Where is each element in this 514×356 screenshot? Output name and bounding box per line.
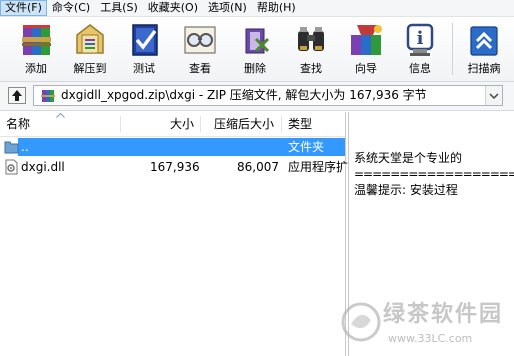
watermark-url: www.33LC.com xyxy=(388,332,473,345)
svg-text:i: i xyxy=(417,28,424,49)
test-button[interactable]: 测试 xyxy=(118,19,170,79)
address-path: dxgidll_xpgod.zip\dxgi - ZIP 压缩文件, 解包大小为… xyxy=(61,88,427,102)
wizard-button[interactable]: 向导 xyxy=(340,19,392,79)
virus-scan-label: 扫描病 xyxy=(467,62,501,75)
address-field[interactable]: dxgidll_xpgod.zip\dxgi - ZIP 压缩文件, 解包大小为… xyxy=(33,85,503,106)
dll-file-icon xyxy=(5,159,18,175)
menu-bar: 文件(F) 命令(C) 工具(S) 收藏夹(O) 选项(N) 帮助(H) xyxy=(0,0,514,17)
folder-up-icon xyxy=(4,141,19,154)
info-button[interactable]: i 信息 xyxy=(394,19,446,79)
watermark: 绿茶软件园 www.33LC.com xyxy=(333,294,514,356)
menu-options[interactable]: 选项(N) xyxy=(203,0,252,16)
archive-file-icon xyxy=(41,90,55,102)
column-packed-header[interactable]: 压缩后大小 xyxy=(214,112,274,136)
menu-favorites[interactable]: 收藏夹(O) xyxy=(143,0,203,16)
virus-scan-button[interactable]: 扫描病 xyxy=(458,19,510,79)
extract-to-button[interactable]: 解压到 xyxy=(64,19,116,79)
wizard-label: 向导 xyxy=(355,62,377,75)
table-row-dxgi-dll[interactable]: dxgi.dll 167,936 86,007 应用程序扩 xyxy=(0,158,349,176)
column-type-header[interactable]: 类型 xyxy=(288,112,312,136)
find-icon xyxy=(298,27,324,51)
column-size-header[interactable]: 大小 xyxy=(170,112,194,136)
menu-help[interactable]: 帮助(H) xyxy=(252,0,301,16)
file-list: 名称 大小 压缩后大小 类型 .. 文件夹 dxgi.dll 167,936 8… xyxy=(0,112,349,356)
info-label: 信息 xyxy=(409,62,431,75)
view-button[interactable]: 查看 xyxy=(174,19,226,79)
file-name: dxgi.dll xyxy=(21,160,65,174)
file-type: 应用程序扩 xyxy=(288,160,349,174)
column-divider[interactable] xyxy=(120,116,121,132)
file-name: .. xyxy=(21,140,29,154)
virus-scan-icon xyxy=(470,26,498,56)
comment-line: 系统天堂是个专业的 xyxy=(354,151,463,165)
find-label: 查找 xyxy=(300,62,322,75)
delete-label: 删除 xyxy=(244,62,266,75)
address-bar: dxgidll_xpgod.zip\dxgi - ZIP 压缩文件, 解包大小为… xyxy=(0,82,514,111)
info-icon: i xyxy=(406,23,434,56)
comment-line: ================== xyxy=(354,167,514,181)
delete-icon xyxy=(245,28,270,54)
toolbar-separator xyxy=(452,23,453,75)
file-type: 文件夹 xyxy=(288,140,325,154)
toolbar: 添加 解压到 测试 查看 删除 查找 向导 i 信息 扫描病 xyxy=(0,17,514,82)
add-archive-icon xyxy=(22,25,51,55)
test-label: 测试 xyxy=(133,62,155,75)
extract-to-icon xyxy=(76,24,104,54)
test-icon xyxy=(132,24,158,56)
comment-line: 温馨提示: 安装过程 xyxy=(354,183,458,197)
column-header: 名称 大小 压缩后大小 类型 xyxy=(0,112,345,137)
chevron-down-icon xyxy=(489,93,499,100)
column-name-header[interactable]: 名称 xyxy=(6,112,30,136)
arrow-up-icon xyxy=(12,90,22,101)
menu-commands[interactable]: 命令(C) xyxy=(47,0,95,16)
add-label: 添加 xyxy=(25,62,47,75)
add-button[interactable]: 添加 xyxy=(10,19,62,79)
wizard-icon xyxy=(351,25,382,55)
column-divider[interactable] xyxy=(200,116,201,132)
watermark-text: 绿茶软件园 xyxy=(383,302,504,327)
column-divider[interactable] xyxy=(281,116,282,132)
file-size: 167,936 xyxy=(150,160,200,174)
watermark-logo-icon xyxy=(341,302,381,342)
view-label: 查看 xyxy=(189,62,211,75)
view-icon xyxy=(184,26,216,54)
delete-button[interactable]: 删除 xyxy=(229,19,281,79)
up-one-level-button[interactable] xyxy=(8,87,26,104)
address-dropdown-button[interactable] xyxy=(485,86,502,105)
menu-tools[interactable]: 工具(S) xyxy=(95,0,143,16)
extract-to-label: 解压到 xyxy=(73,62,107,75)
sort-ascending-icon xyxy=(56,113,65,118)
menu-file[interactable]: 文件(F) xyxy=(0,0,47,16)
table-row-parent-folder[interactable]: .. 文件夹 xyxy=(0,138,345,156)
find-button[interactable]: 查找 xyxy=(285,19,337,79)
file-packed-size: 86,007 xyxy=(237,160,279,174)
